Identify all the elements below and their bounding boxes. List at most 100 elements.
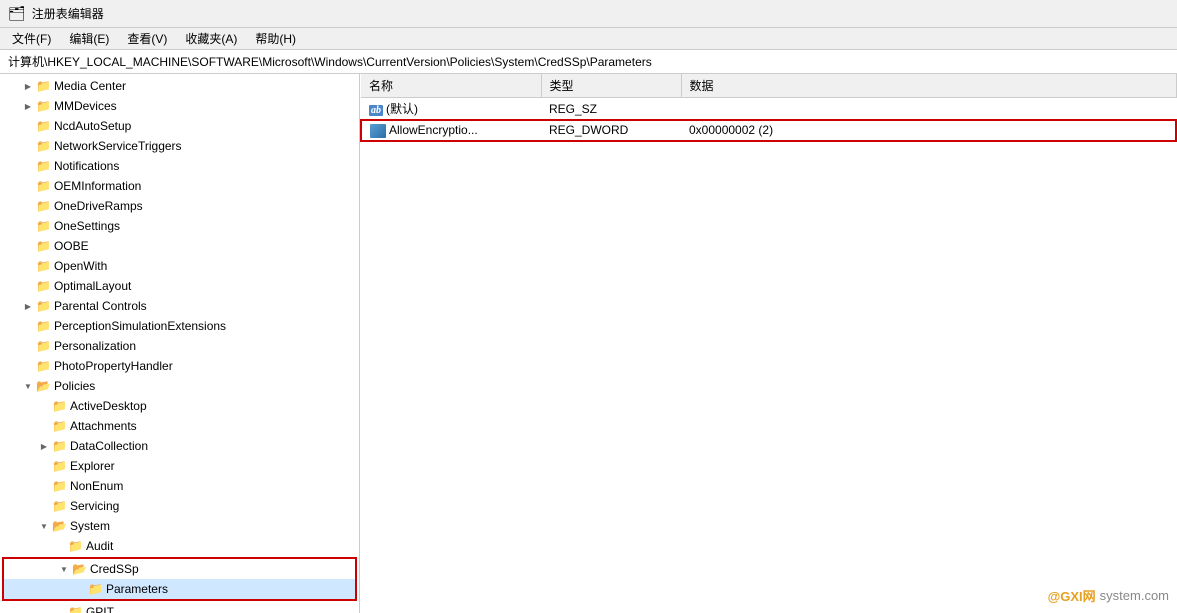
tree-label-oobe: OOBE [54, 239, 89, 253]
menu-item-f[interactable]: 文件(F) [4, 28, 59, 49]
table-row-allowencryption[interactable]: AllowEncryptio...REG_DWORD0x00000002 (2) [361, 120, 1176, 141]
expand-icon-onesettings [20, 218, 36, 234]
tree-item-ncdautosetup[interactable]: 📁NcdAutoSetup [0, 116, 359, 136]
tree-item-system[interactable]: ▼📂System [0, 516, 359, 536]
expand-icon-perceptionsimulationextensions [20, 318, 36, 334]
expand-icon-policies[interactable]: ▼ [20, 378, 36, 394]
tree-item-attachments[interactable]: 📁Attachments [0, 416, 359, 436]
expand-icon-personalization [20, 338, 36, 354]
tree-label-datacollection: DataCollection [70, 439, 148, 453]
expand-icon-photopropertyhandler [20, 358, 36, 374]
table-row-default[interactable]: ab(默认)REG_SZ [361, 98, 1176, 121]
tree-label-oeminformation: OEMInformation [54, 179, 141, 193]
expand-icon-parental-controls[interactable]: ▶ [20, 298, 36, 314]
tree-label-explorer: Explorer [70, 459, 115, 473]
folder-icon-networkservicetriggers: 📁 [36, 139, 51, 153]
tree-item-perceptionsimulationextensions[interactable]: 📁PerceptionSimulationExtensions [0, 316, 359, 336]
tree-item-servicing[interactable]: 📁Servicing [0, 496, 359, 516]
tree-item-onesettings[interactable]: 📁OneSettings [0, 216, 359, 236]
expand-icon-explorer [36, 458, 52, 474]
tree-item-parental-controls[interactable]: ▶📁Parental Controls [0, 296, 359, 316]
tree-item-parameters[interactable]: 📁Parameters [4, 579, 355, 599]
tree-label-mmdevices: MMDevices [54, 99, 117, 113]
tree-label-servicing: Servicing [70, 499, 119, 513]
tree-pane[interactable]: ▶📁Media Center▶📁MMDevices📁NcdAutoSetup📁N… [0, 74, 360, 613]
tree-label-parameters: Parameters [106, 582, 168, 596]
tree-item-datacollection[interactable]: ▶📁DataCollection [0, 436, 359, 456]
tree-label-onesettings: OneSettings [54, 219, 120, 233]
folder-icon-openwith: 📁 [36, 259, 51, 273]
tree-item-onedriveramps[interactable]: 📁OneDriveRamps [0, 196, 359, 216]
reg-value-icon [370, 124, 386, 138]
folder-icon-policies: 📂 [36, 379, 51, 393]
tree-label-media-center: Media Center [54, 79, 126, 93]
folder-icon-photopropertyhandler: 📁 [36, 359, 51, 373]
folder-icon-parameters: 📁 [88, 582, 103, 596]
tree-item-optimallayout[interactable]: 📁OptimalLayout [0, 276, 359, 296]
expand-icon-credssp[interactable]: ▼ [56, 561, 72, 577]
folder-icon-datacollection: 📁 [52, 439, 67, 453]
tree-label-notifications: Notifications [54, 159, 119, 173]
menu-item-v[interactable]: 查看(V) [119, 28, 175, 49]
tree-item-media-center[interactable]: ▶📁Media Center [0, 76, 359, 96]
title-bar: 🗂 注册表编辑器 [0, 0, 1177, 28]
expand-icon-gpit [52, 604, 68, 613]
tree-item-explorer[interactable]: 📁Explorer [0, 456, 359, 476]
tree-item-mmdevices[interactable]: ▶📁MMDevices [0, 96, 359, 116]
tree-item-oobe[interactable]: 📁OOBE [0, 236, 359, 256]
cell-name-default: ab(默认) [361, 98, 541, 121]
expand-icon-ncdautosetup [20, 118, 36, 134]
expand-icon-nonenum [36, 478, 52, 494]
tree-label-parental-controls: Parental Controls [54, 299, 147, 313]
tree-item-openwith[interactable]: 📁OpenWith [0, 256, 359, 276]
tree-item-personalization[interactable]: 📁Personalization [0, 336, 359, 356]
folder-icon-personalization: 📁 [36, 339, 51, 353]
col-data: 数据 [681, 74, 1176, 98]
tree-label-perceptionsimulationextensions: PerceptionSimulationExtensions [54, 319, 226, 333]
tree-item-credssp[interactable]: ▼📂CredSSp [4, 559, 355, 579]
folder-icon-notifications: 📁 [36, 159, 51, 173]
menu-item-a[interactable]: 收藏夹(A) [177, 28, 245, 49]
tree-label-activedesktop: ActiveDesktop [70, 399, 147, 413]
menu-item-h[interactable]: 帮助(H) [247, 28, 304, 49]
tree-item-policies[interactable]: ▼📂Policies [0, 376, 359, 396]
expand-icon-oobe [20, 238, 36, 254]
folder-icon-nonenum: 📁 [52, 479, 67, 493]
value-name-default: (默认) [386, 102, 418, 116]
tree-item-notifications[interactable]: 📁Notifications [0, 156, 359, 176]
tree-label-nonenum: NonEnum [70, 479, 123, 493]
expand-icon-servicing [36, 498, 52, 514]
folder-icon-system: 📂 [52, 519, 67, 533]
folder-icon-servicing: 📁 [52, 499, 67, 513]
folder-icon-oeminformation: 📁 [36, 179, 51, 193]
expand-icon-system[interactable]: ▼ [36, 518, 52, 534]
folder-icon-explorer: 📁 [52, 459, 67, 473]
tree-item-photopropertyhandler[interactable]: 📁PhotoPropertyHandler [0, 356, 359, 376]
expand-icon-datacollection[interactable]: ▶ [36, 438, 52, 454]
tree-item-audit[interactable]: 📁Audit [0, 536, 359, 556]
tree-label-openwith: OpenWith [54, 259, 107, 273]
folder-icon-activedesktop: 📁 [52, 399, 67, 413]
tree-item-networkservicetriggers[interactable]: 📁NetworkServiceTriggers [0, 136, 359, 156]
credssp-group-box: ▼📂CredSSp📁Parameters [2, 557, 357, 601]
folder-icon-parental-controls: 📁 [36, 299, 51, 313]
cell-type-default: REG_SZ [541, 98, 681, 121]
expand-icon-media-center[interactable]: ▶ [20, 78, 36, 94]
menu-item-e[interactable]: 编辑(E) [61, 28, 117, 49]
expand-icon-notifications [20, 158, 36, 174]
tree-item-nonenum[interactable]: 📁NonEnum [0, 476, 359, 496]
right-pane: 名称 类型 数据 ab(默认)REG_SZAllowEncryptio...RE… [360, 74, 1177, 613]
tree-item-oeminformation[interactable]: 📁OEMInformation [0, 176, 359, 196]
tree-label-system: System [70, 519, 110, 533]
tree-item-activedesktop[interactable]: 📁ActiveDesktop [0, 396, 359, 416]
expand-icon-mmdevices[interactable]: ▶ [20, 98, 36, 114]
folder-icon-onedriveramps: 📁 [36, 199, 51, 213]
expand-icon-onedriveramps [20, 198, 36, 214]
tree-label-gpit: GPIT [86, 605, 114, 613]
expand-icon-optimallayout [20, 278, 36, 294]
app-icon: 🗂 [8, 5, 26, 22]
tree-item-gpit[interactable]: 📁GPIT [0, 602, 359, 613]
folder-icon-credssp: 📂 [72, 562, 87, 576]
main-content: ▶📁Media Center▶📁MMDevices📁NcdAutoSetup📁N… [0, 74, 1177, 613]
cell-type-allowencryption: REG_DWORD [541, 120, 681, 141]
